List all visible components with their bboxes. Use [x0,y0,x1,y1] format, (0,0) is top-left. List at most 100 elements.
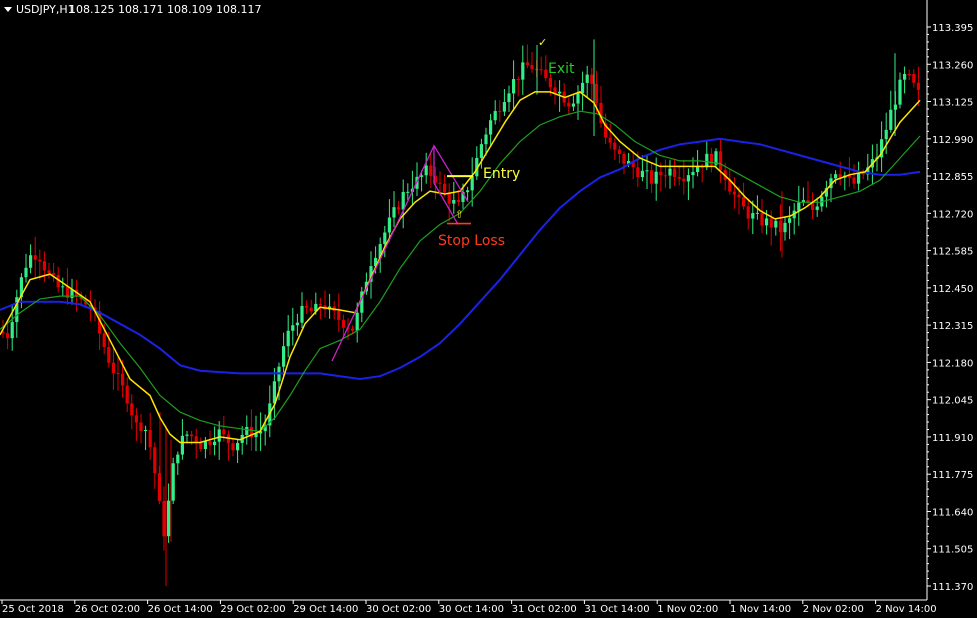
candle-body [594,83,598,103]
candle-body [392,207,396,218]
y-tick-label: 112.315 [932,321,973,332]
y-tick-label: 111.370 [932,582,973,593]
candle-body [424,165,428,176]
x-tick-label: 1 Nov 14:00 [730,604,791,615]
candle-body [834,174,838,179]
candle-body [484,134,488,145]
candle-body [686,175,690,182]
candle-body [102,333,106,348]
candle-body [130,403,134,416]
candle-body [171,463,175,501]
candle-body [650,170,654,184]
candle-body [33,255,37,260]
symbol-label: USDJPY,H1 [16,3,75,16]
candle-body [912,73,916,83]
candle-body [769,218,773,228]
y-tick-label: 112.180 [932,358,973,369]
candle-body [286,330,290,347]
candle-body [180,435,184,455]
y-tick-label: 111.775 [932,470,973,481]
candle-body [116,373,120,375]
candle-body [668,168,672,176]
candle-body [29,255,33,268]
x-tick-label: 2 Nov 14:00 [876,604,937,615]
candle-body [355,312,359,331]
candle-body [751,213,755,219]
candle-body [38,259,42,262]
candle-body [61,286,65,288]
candle-body [337,311,341,320]
candle-body [613,142,617,150]
x-tick-label: 31 Oct 14:00 [584,604,649,615]
y-tick-label: 111.640 [932,507,973,518]
y-tick-label: 113.395 [932,23,973,34]
x-tick-label: 1 Nov 02:00 [657,604,718,615]
y-tick-label: 112.585 [932,247,973,258]
candle-body [571,103,575,107]
candle-body [466,190,470,193]
x-tick-label: 30 Oct 02:00 [366,604,431,615]
candle-body [696,166,700,173]
y-tick-label: 112.450 [932,284,973,295]
candle-body [898,79,902,105]
candle-body [295,322,299,326]
x-tick-label: 26 Oct 14:00 [148,604,213,615]
candle-body [755,212,759,214]
candle-body [742,197,746,207]
candle-body [245,426,249,435]
candle-body [576,93,580,104]
candle-body [153,447,157,474]
candle-body [190,434,194,437]
candle-body [567,102,571,107]
candle-body [677,177,681,179]
candle-body [397,207,401,210]
stop-loss-label: Stop Loss [438,233,505,249]
x-tick-label: 31 Oct 02:00 [512,604,577,615]
candle-body [318,303,322,306]
candle-body [452,199,456,204]
candle-body [903,73,907,80]
candle-body [236,442,240,451]
ohlc-readout: 108.125 108.171 108.109 108.117 [69,3,261,16]
candle-body [429,165,433,176]
candle-body [544,69,548,79]
candle-body [24,267,28,278]
candle-body [765,218,769,226]
candle-body [121,373,125,386]
y-tick-label: 111.505 [932,545,973,556]
candle-body [659,171,663,176]
candle-body [645,170,649,172]
candle-body [608,137,612,143]
candle-body [788,218,792,223]
candle-body [705,153,709,168]
candle-body [719,151,723,170]
x-tick-label: 2 Nov 02:00 [803,604,864,615]
candle-body [852,177,856,184]
candle-body [760,212,764,226]
candle-body [585,74,589,83]
candle-body [493,111,497,121]
candle-body [525,62,529,66]
y-tick-label: 112.720 [932,209,973,220]
candle-body [144,430,148,432]
candle-body [305,305,309,308]
buy-arrow-icon: ⇧ [455,210,463,221]
candle-body [581,82,585,94]
candle-body [351,328,355,331]
candle-body [502,102,506,112]
candle-body [521,62,525,80]
candle-body [6,333,10,339]
candle-body [516,79,520,81]
candle-body [558,91,562,94]
candle-body [617,149,621,154]
candle-body [498,111,502,113]
price-chart[interactable]: Entry Stop Loss Exit ⇧ ✓ 113.395 113.260 11… [0,0,977,618]
candle-body [107,347,111,363]
candle-body [654,171,658,184]
candle-body [622,153,626,164]
candle-body [443,183,447,193]
candle-body [691,172,695,176]
candle-body [636,167,640,178]
candle-body [291,325,295,331]
candle-body [176,454,180,464]
